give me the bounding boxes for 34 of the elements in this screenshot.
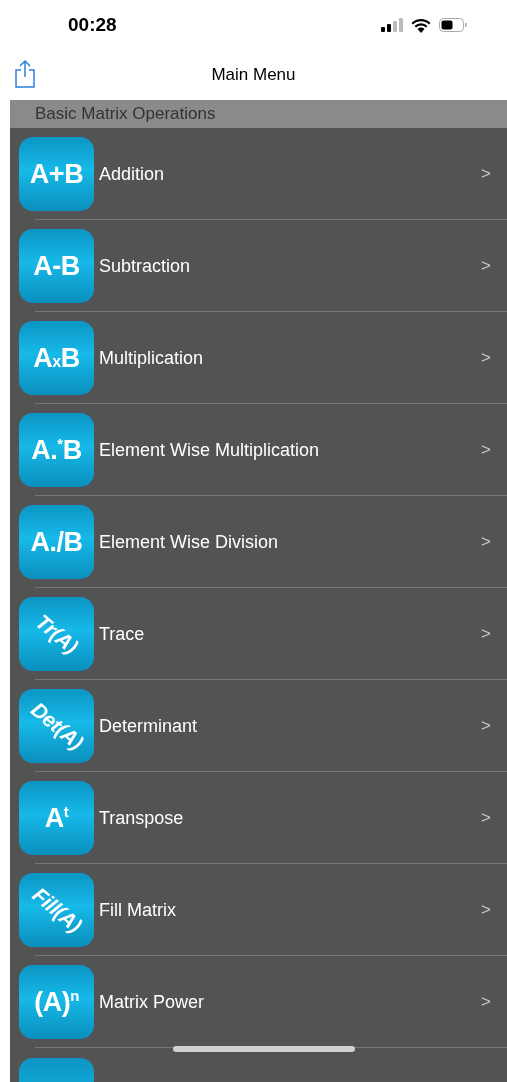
- menu-item-label[interactable]: Fill Matrix: [99, 899, 482, 921]
- chevron: >: [481, 900, 491, 920]
- chevron: >: [481, 256, 491, 276]
- battery-icon: [439, 18, 467, 32]
- icon-label: (A)$^{n}$: [34, 986, 79, 1018]
- signal-icon: [381, 18, 403, 32]
- menu-item-label[interactable]: Determinant: [99, 715, 482, 737]
- icon-label: A.$^{*}$B: [31, 434, 82, 466]
- icon-label: A-B: [33, 250, 80, 282]
- chevron: >: [481, 624, 491, 644]
- menu-item-label[interactable]: Matrix Power: [99, 991, 482, 1013]
- menu-item-label[interactable]: Element Wise Division: [99, 531, 482, 553]
- status-time: 00:28: [68, 14, 117, 36]
- menu-item-label[interactable]: Multiplication: [99, 347, 482, 369]
- chevron: >: [481, 348, 491, 368]
- chevron: >: [481, 808, 491, 828]
- menu-item-label[interactable]: Transpose: [99, 807, 482, 829]
- section-header: Basic Matrix Operations: [10, 100, 507, 128]
- chevron: >: [481, 164, 491, 184]
- icon-label: A./B: [30, 526, 83, 558]
- icon-label: A+B: [29, 158, 84, 190]
- wifi-icon: [411, 17, 431, 33]
- share-icon: [14, 60, 36, 88]
- chevron: >: [481, 716, 491, 736]
- chevron: >: [481, 532, 491, 552]
- icon-label: A$^{t}$: [44, 802, 69, 834]
- menu-item-label[interactable]: Addition: [99, 163, 482, 185]
- share-button[interactable]: [12, 58, 38, 90]
- menu-item-label[interactable]: Trace: [99, 623, 482, 645]
- menu-item-label[interactable]: Subtraction: [99, 255, 482, 277]
- menu-item-label[interactable]: Element Wise Multiplication: [99, 439, 482, 461]
- chevron: >: [481, 992, 491, 1012]
- nav-title: Main Menu: [211, 65, 296, 85]
- chevron: >: [481, 440, 491, 460]
